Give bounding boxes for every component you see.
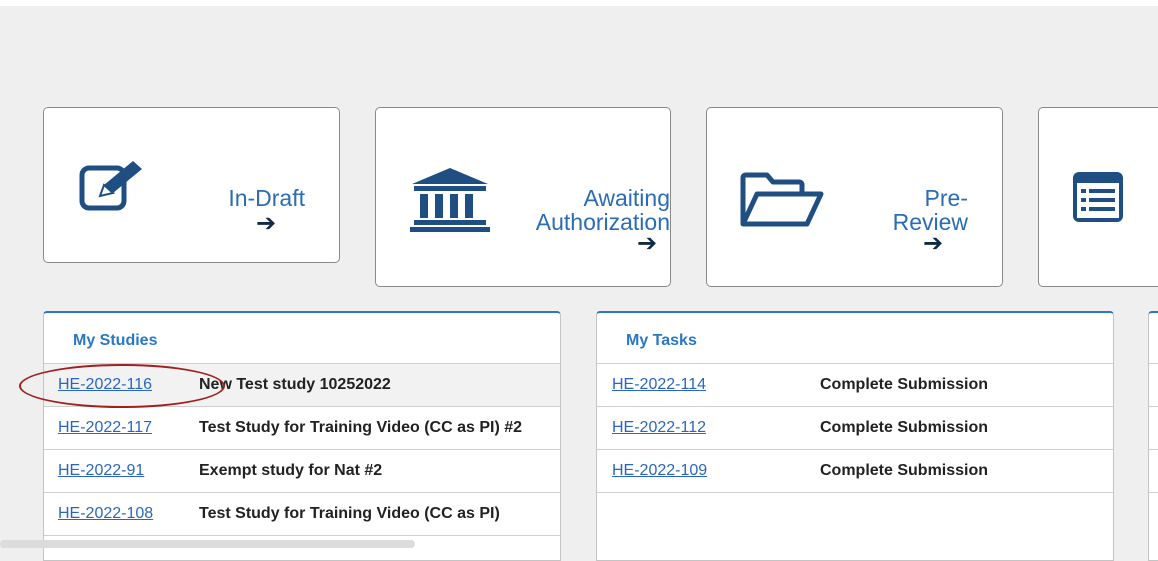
my-tasks-title: My Tasks [597, 313, 1113, 364]
pre-review-arrow-icon: ➔ [923, 230, 944, 257]
awaiting-authorization-label: Awaiting Authorization [535, 185, 670, 235]
table-row [1149, 450, 1158, 493]
task-title: Complete Submission [820, 419, 989, 436]
study-title: Test Study for Training Video (CC as PI)… [199, 419, 523, 436]
table-row: HE-2022-117 Test Study for Training Vide… [44, 407, 560, 450]
in-draft-card[interactable]: In-Draft ➔ [43, 107, 340, 263]
table-row: HE-2022-109 Complete Submission [597, 450, 1113, 493]
edit-square-icon [79, 161, 142, 211]
horizontal-scrollbar[interactable] [0, 540, 415, 548]
table-row: HE-2022-91 Exempt study for Nat #2 [44, 450, 560, 493]
in-draft-arrow-icon: ➔ [256, 210, 277, 237]
study-title: Exempt study for Nat #2 [199, 462, 383, 479]
study-id-link[interactable]: HE-2022-108 [58, 505, 153, 523]
table-row: HE-2022-114 Complete Submission [597, 364, 1113, 407]
table-row: HE-2022-108 Test Study for Training Vide… [44, 493, 560, 536]
task-id-link[interactable]: HE-2022-112 [612, 419, 706, 437]
task-title: Complete Submission [820, 376, 989, 393]
task-id-link[interactable]: HE-2022-114 [612, 376, 706, 394]
list-icon [1073, 172, 1123, 222]
partial-panel-header [1149, 313, 1158, 364]
task-id-link[interactable]: HE-2022-109 [612, 462, 707, 480]
top-strip [0, 0, 1158, 6]
my-studies-panel: My Studies HE-2022-116 New Test study 10… [43, 311, 561, 561]
partial-panel [1148, 311, 1158, 561]
table-row: HE-2022-112 Complete Submission [597, 407, 1113, 450]
study-id-link[interactable]: HE-2022-116 [58, 376, 152, 394]
table-row: HE-2022-116 New Test study 10252022 [44, 364, 560, 407]
awaiting-authorization-arrow-icon: ➔ [637, 230, 658, 257]
partial-status-card[interactable] [1038, 107, 1158, 287]
pre-review-label: Pre- Review [892, 185, 968, 235]
bank-icon [410, 168, 490, 232]
folder-open-icon [740, 172, 824, 227]
in-draft-label: In-Draft [228, 185, 305, 211]
study-title: Test Study for Training Video (CC as PI) [199, 505, 500, 522]
study-id-link[interactable]: HE-2022-91 [58, 462, 144, 480]
pre-review-card[interactable]: Pre- Review ➔ [706, 107, 1003, 287]
study-title: New Test study 10252022 [199, 376, 391, 393]
task-title: Complete Submission [820, 462, 989, 479]
study-id-link[interactable]: HE-2022-117 [58, 419, 152, 437]
my-tasks-panel: My Tasks HE-2022-114 Complete Submission… [596, 311, 1114, 561]
table-row [1149, 407, 1158, 450]
table-row [1149, 364, 1158, 407]
awaiting-authorization-card[interactable]: Awaiting Authorization ➔ [375, 107, 671, 287]
my-studies-title: My Studies [44, 313, 560, 364]
